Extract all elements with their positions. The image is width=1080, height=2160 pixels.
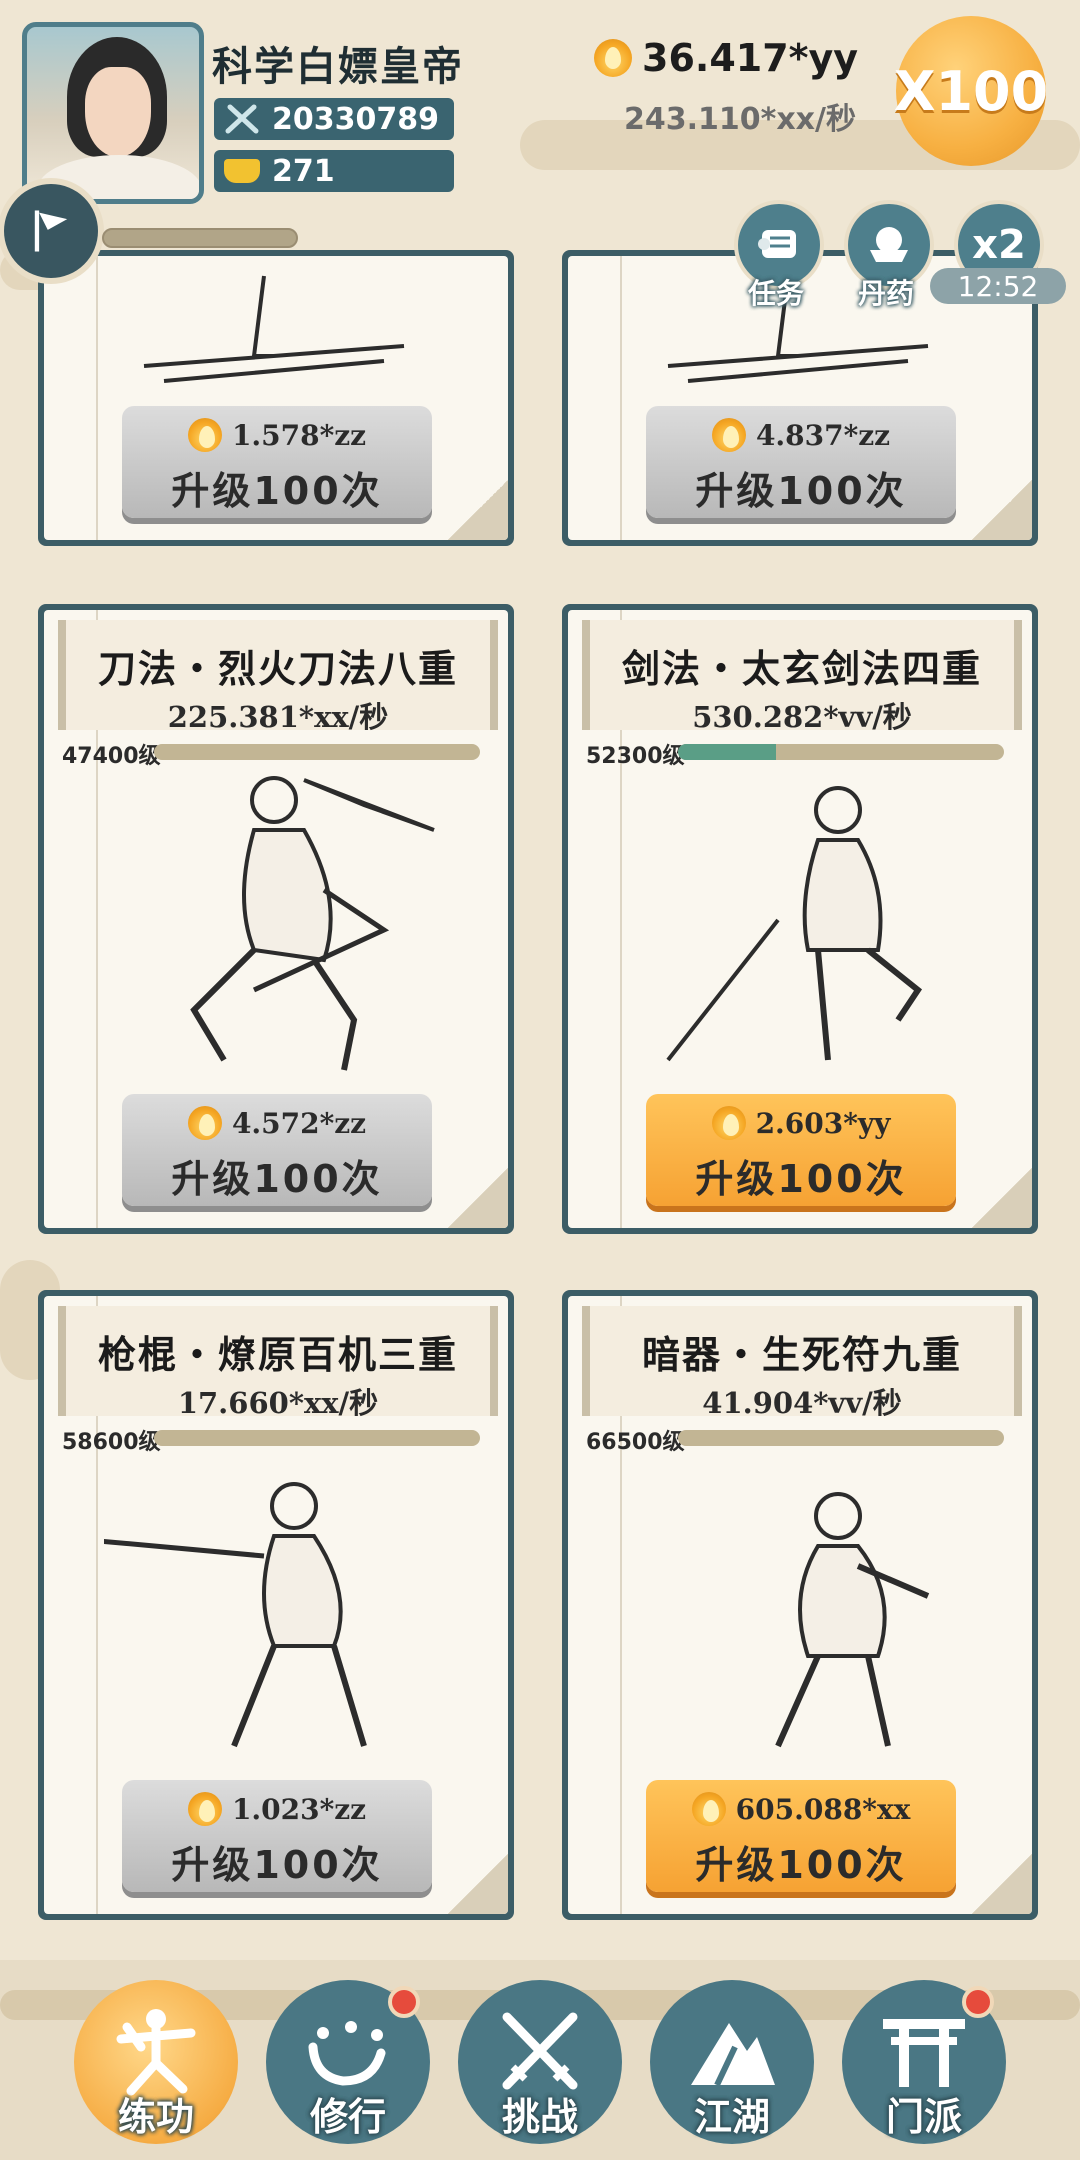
skill-title: 刀法・烈火刀法八重 <box>97 647 458 691</box>
nav-jianghu-label: 江湖 <box>693 2095 770 2139</box>
experience-bar <box>102 228 298 248</box>
gold-ingot-icon <box>224 159 260 183</box>
upgrade-cost: 4.837*zz <box>646 418 956 452</box>
flame-coin-icon <box>187 1792 222 1826</box>
upgrade-label: 升级100次 <box>695 469 907 513</box>
nav-practice-label: 练功 <box>117 2095 194 2139</box>
skill-card: 暗器・生死符九重 41.904*vv/秒 66500级 605.088*xx 升级100… <box>562 1290 1038 1920</box>
skill-level-bar <box>154 744 480 760</box>
combat-power-value: 20330789 <box>272 101 439 137</box>
upgrade-100-button[interactable]: 4.837*zz 升级100次 <box>646 406 956 518</box>
skill-title-banner: 枪棍・燎原百机三重 17.660*xx/秒 <box>58 1306 498 1420</box>
currency-amount-value: 36.417*yy <box>642 36 859 80</box>
flame-coin-icon <box>187 1106 222 1140</box>
upgrade-cost: 2.603*yy <box>646 1106 956 1140</box>
sect-flag-button[interactable] <box>4 184 98 278</box>
tasks-label: 任务 <box>748 277 805 310</box>
currency-rate: 243.110*xx/秒 <box>624 102 856 137</box>
skill-title: 枪棍・燎原百机三重 <box>97 1333 458 1377</box>
skill-card-body: 暗器・生死符九重 41.904*vv/秒 66500级 605.088*xx 升级100… <box>568 1296 1032 1914</box>
nav-sect-label: 门派 <box>885 2095 962 2139</box>
upgrade-cost-value: 605.088*xx <box>735 1792 911 1826</box>
upgrade-100-button[interactable]: 1.578*zz 升级100次 <box>122 406 432 518</box>
player-avatar[interactable] <box>22 22 204 204</box>
currency-amount: 36.417*yy <box>594 36 858 80</box>
nav-sect-badge <box>962 1986 994 2018</box>
skill-title: 暗器・生死符九重 <box>641 1333 962 1377</box>
skill-level-bar <box>678 1430 1004 1446</box>
upgrade-cost-value: 2.603*yy <box>755 1106 891 1140</box>
martial-artist-illustration <box>666 786 923 1062</box>
skill-card: 刀法・烈火刀法八重 225.381*xx/秒 47400级 4.572*zz 升级100… <box>38 604 514 1234</box>
upgrade-cost: 1.578*zz <box>122 418 432 452</box>
gold-ingot-stat: 271 <box>214 150 454 192</box>
skill-title-banner: 剑法・太玄剑法四重 530.282*vv/秒 <box>582 620 1022 734</box>
upgrade-label: 升级100次 <box>171 1157 383 1201</box>
upgrade-100-button[interactable]: 4.572*zz 升级100次 <box>122 1094 432 1206</box>
skill-level-fill <box>678 744 776 760</box>
upgrade-cost: 4.572*zz <box>122 1106 432 1140</box>
martial-artist-illustration <box>190 776 435 1071</box>
upgrade-label: 升级100次 <box>695 1843 907 1887</box>
martial-artist-illustration <box>104 1482 367 1748</box>
double-speed-label: x2 <box>972 222 1026 268</box>
upgrade-100-button[interactable]: 1.023*zz 升级100次 <box>122 1780 432 1892</box>
nav-challenge-label: 挑战 <box>501 2095 578 2139</box>
upgrade-label: 升级100次 <box>171 469 383 513</box>
skill-rate: 530.282*vv/秒 <box>692 700 912 734</box>
flame-coin-icon <box>187 418 222 452</box>
gold-ingot-value: 271 <box>272 153 335 189</box>
flame-coin-icon <box>594 39 632 77</box>
upgrade-cost-value: 4.572*zz <box>231 1106 367 1140</box>
pill-bowl-icon <box>870 227 908 262</box>
avatar-face <box>85 67 151 157</box>
skill-card: 剑法・太玄剑法四重 530.282*vv/秒 52300级 2.603*yy 升级100… <box>562 604 1038 1234</box>
skill-rate: 17.660*xx/秒 <box>177 1386 379 1420</box>
martial-artist-illustration <box>775 1492 930 1748</box>
upgrade-label: 升级100次 <box>695 1157 907 1201</box>
upgrade-cost-value: 4.837*zz <box>755 418 891 452</box>
player-name: 科学白嫖皇帝 <box>212 44 464 90</box>
flame-coin-icon <box>711 418 746 452</box>
upgrade-cost: 605.088*xx <box>646 1792 956 1826</box>
skill-card: 枪棍・燎原百机三重 17.660*xx/秒 58600级 1.023*zz 升级100次 <box>38 1290 514 1920</box>
skill-title-banner: 刀法・烈火刀法八重 225.381*xx/秒 <box>58 620 498 734</box>
nav-cultivate-badge <box>388 1986 420 2018</box>
multiplier-button[interactable]: X100 <box>894 16 1048 166</box>
nav-cultivate-label: 修行 <box>309 2095 386 2139</box>
skill-title: 剑法・太玄剑法四重 <box>621 647 982 691</box>
flame-coin-icon <box>711 1106 746 1140</box>
flame-coin-icon <box>691 1792 726 1826</box>
top-header: 科学白嫖皇帝 20330789 271 36.417*yy 243.110*xx… <box>0 0 1080 310</box>
skill-card-body: 枪棍・燎原百机三重 17.660*xx/秒 58600级 1.023*zz 升级100次 <box>44 1296 508 1914</box>
skill-rate: 41.904*vv/秒 <box>702 1386 902 1420</box>
skill-level-bar <box>154 1430 480 1446</box>
boost-timer: 12:52 <box>930 268 1066 304</box>
skill-card-body: 刀法・烈火刀法八重 225.381*xx/秒 47400级 4.572*zz 升级100… <box>44 610 508 1228</box>
skill-card-body: 剑法・太玄剑法四重 530.282*vv/秒 52300级 2.603*yy 升级100… <box>568 610 1032 1228</box>
combat-power-stat: 20330789 <box>214 98 454 140</box>
upgrade-100-button[interactable]: 2.603*yy 升级100次 <box>646 1094 956 1206</box>
crossed-blades-icon <box>225 104 259 134</box>
flag-icon <box>34 210 68 252</box>
upgrade-100-button[interactable]: 605.088*xx 升级100次 <box>646 1780 956 1892</box>
upgrade-label: 升级100次 <box>171 1843 383 1887</box>
upgrade-cost: 1.023*zz <box>122 1792 432 1826</box>
skill-level-bar <box>678 744 1004 760</box>
upgrade-cost-value: 1.578*zz <box>231 418 367 452</box>
skill-rate: 225.381*xx/秒 <box>167 700 389 734</box>
skill-title-banner: 暗器・生死符九重 41.904*vv/秒 <box>582 1306 1022 1420</box>
upgrade-cost-value: 1.023*zz <box>231 1792 367 1826</box>
scroll-icon <box>758 230 796 258</box>
pills-label: 丹药 <box>858 277 915 310</box>
